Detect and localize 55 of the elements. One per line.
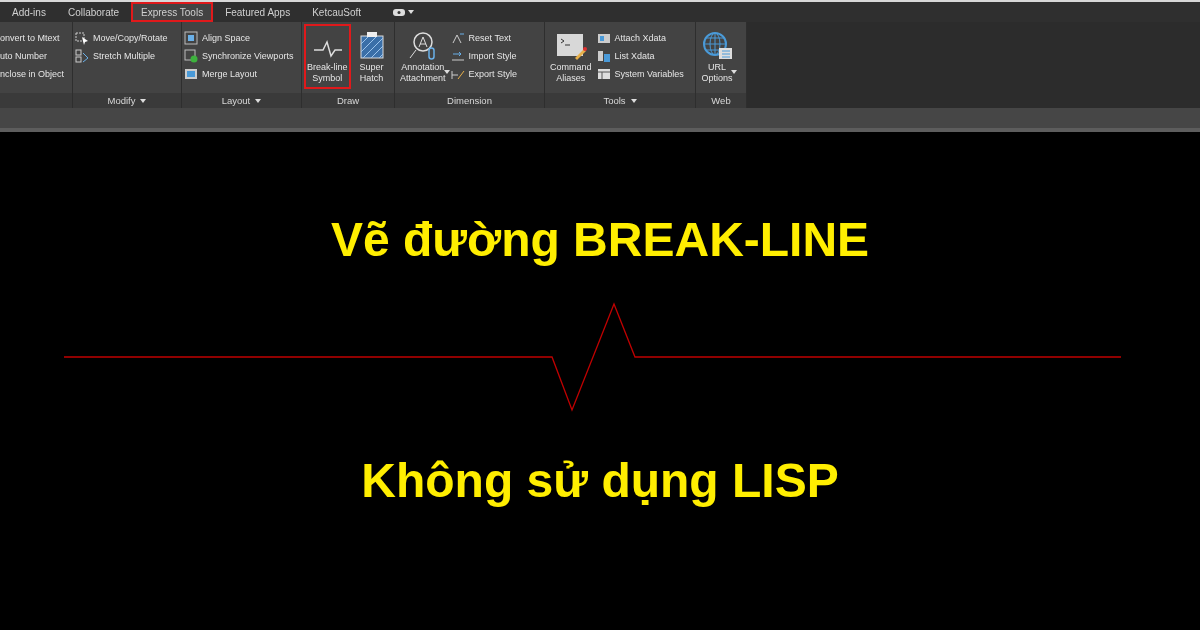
caret-icon xyxy=(408,10,415,14)
merge-icon xyxy=(184,67,198,81)
panel-title: Modify xyxy=(107,95,136,106)
canvas-subtitle: Không sử dụng LISP xyxy=(361,453,839,508)
ribbon-tab[interactable]: Express Tools xyxy=(131,2,214,22)
ribbon-button[interactable]: Command Aliases xyxy=(547,24,595,89)
ribbon-tab[interactable]: KetcauSoft xyxy=(302,2,372,22)
align-icon xyxy=(184,31,198,45)
button-label: Super xyxy=(359,62,384,73)
ribbon-button[interactable]: Import Style xyxy=(450,48,518,64)
ribbon-button[interactable]: Reset Text xyxy=(450,30,518,46)
ribbon-tab[interactable]: Collaborate xyxy=(57,2,130,22)
ribbon-button[interactable]: onvert to Mtext xyxy=(0,30,65,46)
panel-title: Layout xyxy=(221,95,251,106)
list-icon xyxy=(596,49,611,63)
import-icon xyxy=(450,49,465,63)
ribbon-button[interactable]: Attach Xdata xyxy=(596,30,684,46)
globe-icon xyxy=(701,30,733,62)
button-label: Aliases xyxy=(556,73,586,84)
ribbon-button[interactable]: uto Number xyxy=(0,48,65,64)
ribbon-button[interactable]: Export Style xyxy=(450,66,518,82)
ribbon-button[interactable]: Align Space xyxy=(184,30,294,46)
text-icon xyxy=(450,31,465,45)
ribbon-tab[interactable]: Featured Apps xyxy=(215,2,301,22)
ribbon-button[interactable]: List Xdata xyxy=(596,48,684,64)
table-icon xyxy=(596,67,611,81)
stretch-icon xyxy=(75,49,89,63)
ribbon-button[interactable]: URL Options xyxy=(698,24,736,89)
ribbon-button[interactable]: System Variables xyxy=(596,66,684,82)
ribbon-button[interactable]: Synchronize Viewports xyxy=(184,48,294,64)
move-icon xyxy=(75,31,89,45)
panel-title: Web xyxy=(711,95,731,106)
ribbon-button[interactable]: Merge Layout xyxy=(184,66,294,82)
ribbon-button[interactable]: nclose in Object xyxy=(0,66,65,82)
button-label: Options xyxy=(701,73,733,84)
xdata-icon xyxy=(596,31,611,45)
button-label: Break-line xyxy=(307,62,348,73)
ribbon-button[interactable]: Stretch Multiple xyxy=(75,48,168,64)
button-label: Annotation xyxy=(401,62,445,73)
button-label: URL xyxy=(708,62,726,73)
button-label: Attachment xyxy=(400,73,446,84)
ribbon-button[interactable]: Break-line Symbol xyxy=(304,24,351,89)
button-label: Symbol xyxy=(312,73,343,84)
button-label: Command xyxy=(550,62,592,73)
button-label: Hatch xyxy=(359,73,384,84)
ribbon-button[interactable]: Annotation Attachment xyxy=(397,24,449,89)
sync-icon xyxy=(184,49,198,63)
panel-title: Draw xyxy=(336,95,360,106)
panel-title: Dimension xyxy=(447,95,492,106)
ribbon-button[interactable]: Super Hatch xyxy=(352,24,391,89)
video-icon[interactable] xyxy=(393,8,406,16)
ribbon-tab[interactable]: Add-ins xyxy=(2,2,56,22)
ribbon-button[interactable]: Move/Copy/Rotate xyxy=(75,30,168,46)
canvas-title: Vẽ đường BREAK-LINE xyxy=(330,212,870,267)
panel-title: Tools xyxy=(603,95,626,106)
